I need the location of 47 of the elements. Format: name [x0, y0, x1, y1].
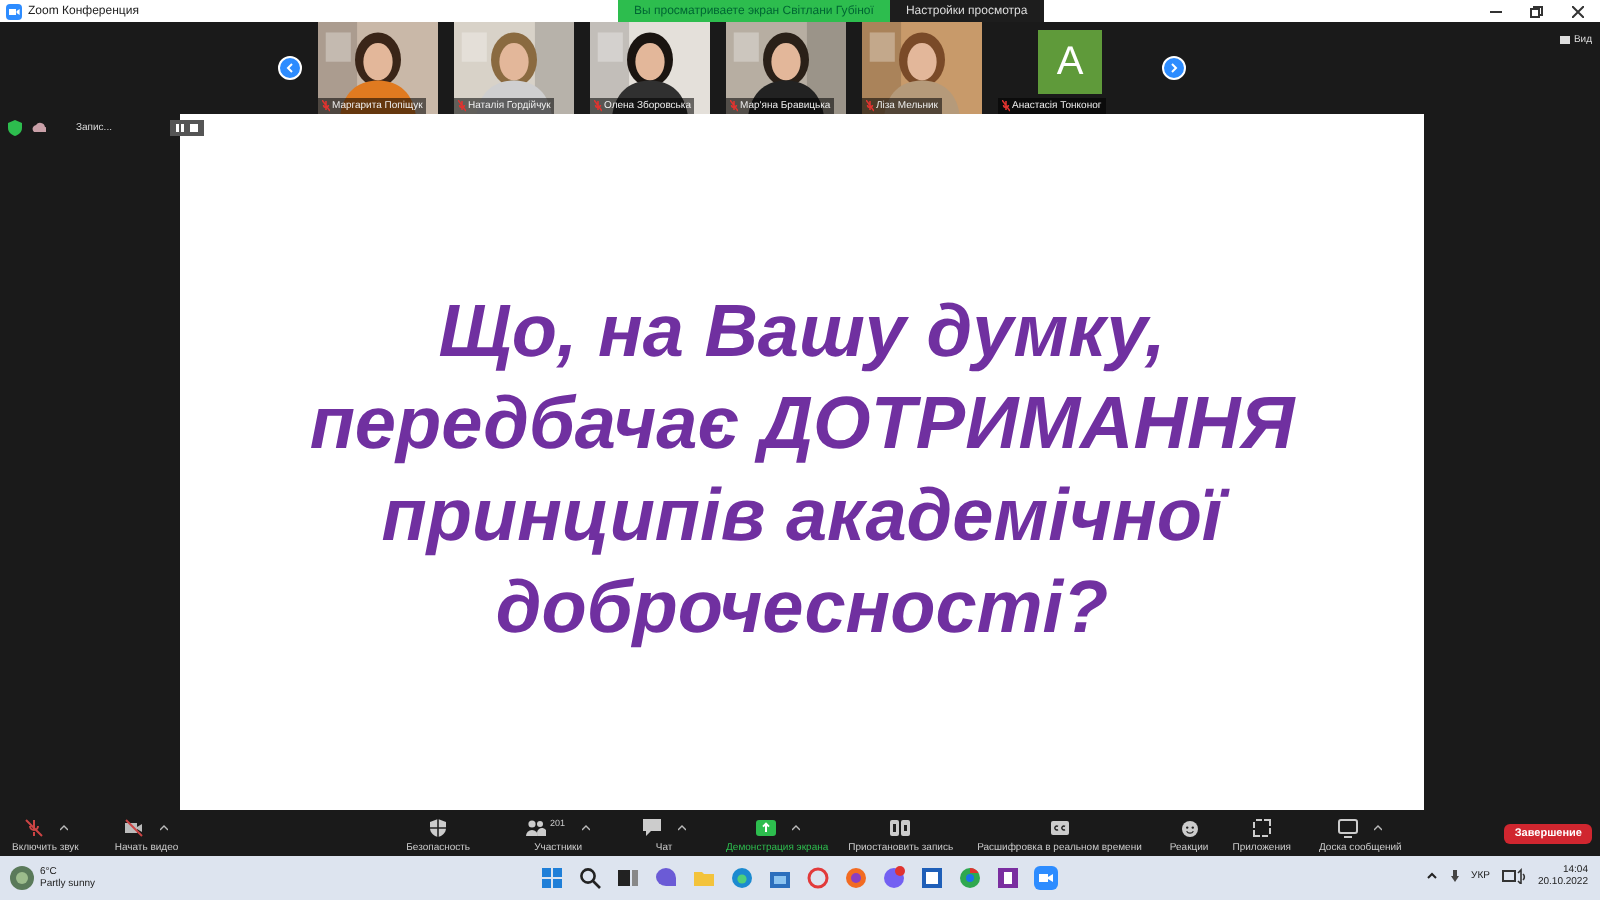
- search-icon[interactable]: [578, 866, 602, 890]
- windows-start-icon[interactable]: [540, 866, 564, 890]
- caret-icon[interactable]: [59, 824, 68, 832]
- previous-page-button[interactable]: [278, 56, 302, 80]
- shield-icon: [8, 120, 22, 136]
- apps-icon: [1251, 818, 1272, 838]
- smiley-icon: [1179, 818, 1200, 838]
- people-icon: [526, 818, 547, 838]
- caret-icon[interactable]: [160, 824, 169, 832]
- muted-microphone-icon: [1002, 99, 1010, 111]
- monitor-icon: [1338, 818, 1359, 838]
- restore-icon[interactable]: [1530, 5, 1544, 17]
- pause-stop-icon: [890, 818, 911, 838]
- caret-icon[interactable]: [791, 824, 800, 832]
- cloud-icon: [32, 122, 46, 134]
- participant-avatar: A: [1038, 30, 1102, 94]
- chevron-left-icon: [284, 62, 296, 74]
- close-icon[interactable]: [1572, 5, 1584, 17]
- muted-microphone-icon: [594, 99, 602, 111]
- chevron-right-icon: [1168, 62, 1180, 74]
- caret-icon[interactable]: [582, 824, 591, 832]
- shield-icon: [428, 818, 449, 838]
- muted-microphone-icon: [866, 99, 874, 111]
- video-camera-icon[interactable]: [1034, 866, 1058, 890]
- pause-icon[interactable]: [176, 124, 184, 132]
- speaker-icon[interactable]: [1501, 868, 1526, 884]
- muted-microphone-icon: [730, 99, 738, 111]
- muted-microphone-icon: [458, 99, 466, 111]
- slide-question: Що, на Вашу думку, передбачає ДОТРИМАННЯ принципів академічної доброчесності?: [309, 288, 1295, 652]
- share-arrow-icon: [755, 818, 776, 838]
- chevron-up-icon[interactable]: [1425, 870, 1438, 882]
- caption-icon: [1049, 818, 1070, 838]
- muted-microphone-icon: [23, 818, 44, 838]
- minimize-icon[interactable]: [1490, 5, 1502, 17]
- caret-icon[interactable]: [678, 824, 687, 832]
- next-page-button[interactable]: [1162, 56, 1186, 80]
- caret-icon[interactable]: [1374, 824, 1383, 832]
- notebook-icon[interactable]: [996, 866, 1020, 890]
- store-icon[interactable]: [768, 866, 792, 890]
- video-off-icon: [124, 818, 145, 838]
- grid-icon: [1559, 36, 1570, 44]
- chat-bubble-icon: [642, 818, 663, 838]
- chat-bubble-icon[interactable]: [654, 866, 678, 890]
- weather-icon[interactable]: [10, 866, 34, 890]
- task-view-icon[interactable]: [616, 866, 640, 890]
- ring-icon[interactable]: [806, 866, 830, 890]
- muted-microphone-icon: [322, 99, 330, 111]
